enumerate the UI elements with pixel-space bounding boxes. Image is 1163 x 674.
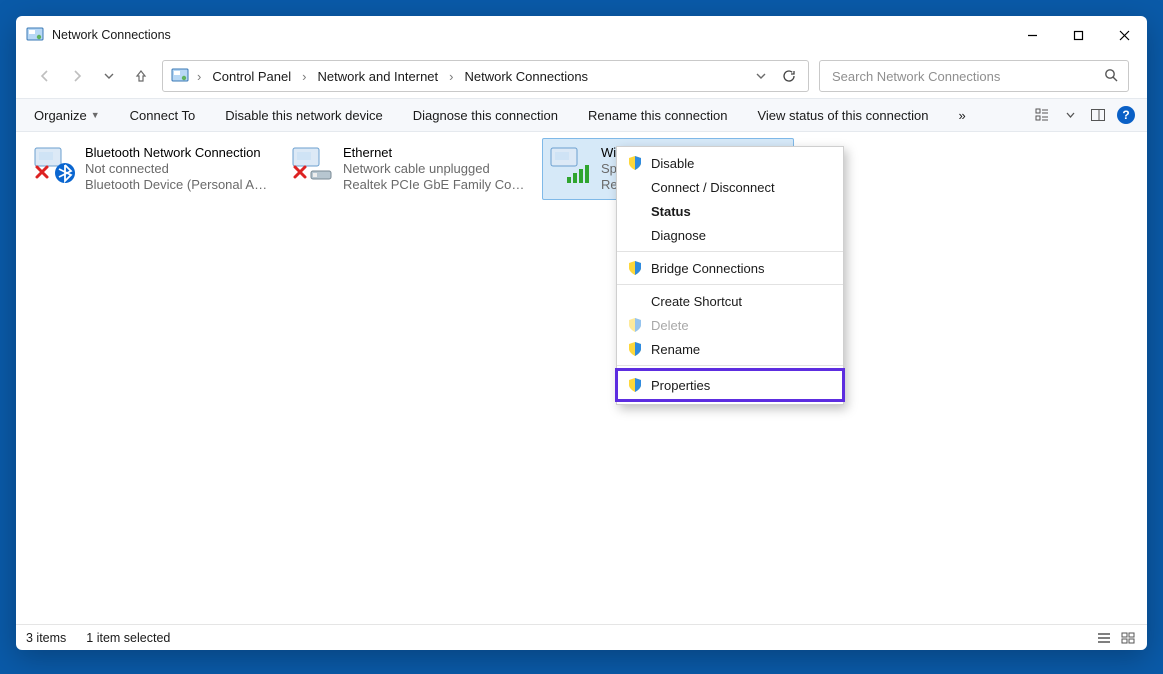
up-button[interactable] — [130, 65, 152, 87]
ctx-bridge[interactable]: Bridge Connections — [617, 256, 843, 280]
location-icon — [171, 67, 189, 85]
command-bar-right: ? — [1033, 106, 1135, 124]
ctx-rename-label: Rename — [651, 342, 700, 357]
context-menu: Disable Connect / Disconnect Status Diag… — [616, 146, 844, 405]
ctx-separator — [617, 365, 843, 366]
adapter-name: Bluetooth Network Connection — [85, 145, 271, 161]
ctx-delete: Delete — [617, 313, 843, 337]
shield-icon — [627, 155, 643, 171]
address-bar[interactable]: › Control Panel › Network and Internet ›… — [162, 60, 809, 92]
ctx-bridge-label: Bridge Connections — [651, 261, 764, 276]
adapter-name: Ethernet — [343, 145, 529, 161]
app-icon — [26, 26, 44, 44]
adapter-status: Network cable unplugged — [343, 161, 529, 177]
preview-pane-button[interactable] — [1089, 106, 1107, 124]
adapter-device: Bluetooth Device (Personal Area ... — [85, 177, 271, 193]
window-title: Network Connections — [52, 28, 171, 42]
ctx-disable-label: Disable — [651, 156, 694, 171]
status-view-buttons — [1095, 630, 1137, 646]
ctx-shortcut-label: Create Shortcut — [651, 294, 742, 309]
ctx-rename[interactable]: Rename — [617, 337, 843, 361]
breadcrumb-network-connections[interactable]: Network Connections — [462, 65, 592, 88]
ctx-diagnose[interactable]: Diagnose — [617, 223, 843, 247]
details-view-button[interactable] — [1095, 630, 1113, 646]
forward-button[interactable] — [66, 65, 88, 87]
large-icons-view-button[interactable] — [1119, 630, 1137, 646]
disable-device-button[interactable]: Disable this network device — [219, 104, 389, 127]
maximize-button[interactable] — [1055, 16, 1101, 54]
status-bar: 3 items 1 item selected — [16, 624, 1147, 650]
recent-locations-button[interactable] — [98, 65, 120, 87]
help-button[interactable]: ? — [1117, 106, 1135, 124]
shield-icon — [627, 341, 643, 357]
window-controls — [1009, 16, 1147, 54]
window: Network Connections › Control Panel › Ne… — [16, 16, 1147, 650]
adapter-bluetooth[interactable]: Bluetooth Network Connection Not connect… — [26, 138, 278, 200]
diagnose-connection-button[interactable]: Diagnose this connection — [407, 104, 564, 127]
adapter-text: Ethernet Network cable unplugged Realtek… — [343, 145, 529, 193]
close-button[interactable] — [1101, 16, 1147, 54]
connect-to-button[interactable]: Connect To — [124, 104, 202, 127]
adapter-list: Bluetooth Network Connection Not connect… — [26, 138, 1137, 200]
chevron-right-icon[interactable]: › — [300, 69, 308, 84]
ctx-connect-label: Connect / Disconnect — [651, 180, 775, 195]
ethernet-adapter-icon — [291, 145, 335, 185]
chevron-right-icon[interactable]: › — [195, 69, 203, 84]
nav-row: › Control Panel › Network and Internet ›… — [16, 54, 1147, 98]
ctx-disable[interactable]: Disable — [617, 151, 843, 175]
shield-icon — [627, 377, 643, 393]
organize-button[interactable]: Organize ▼ — [28, 104, 106, 127]
ctx-connect-disconnect[interactable]: Connect / Disconnect — [617, 175, 843, 199]
status-item-count: 3 items — [26, 631, 66, 645]
command-bar: Organize ▼ Connect To Disable this networ… — [16, 98, 1147, 132]
breadcrumb-network-internet[interactable]: Network and Internet — [314, 65, 441, 88]
ctx-status[interactable]: Status — [617, 199, 843, 223]
ctx-create-shortcut[interactable]: Create Shortcut — [617, 289, 843, 313]
view-dropdown-button[interactable] — [1061, 106, 1079, 124]
shield-icon — [627, 260, 643, 276]
content-area[interactable]: Bluetooth Network Connection Not connect… — [16, 132, 1147, 624]
ctx-separator — [617, 251, 843, 252]
adapter-text: Bluetooth Network Connection Not connect… — [85, 145, 271, 193]
search-icon[interactable] — [1104, 68, 1118, 85]
titlebar: Network Connections — [16, 16, 1147, 54]
search-box[interactable] — [819, 60, 1129, 92]
adapter-device: Realtek PCIe GbE Family Controller — [343, 177, 529, 193]
breadcrumb-control-panel[interactable]: Control Panel — [209, 65, 294, 88]
view-options-button[interactable] — [1033, 106, 1051, 124]
shield-icon — [627, 317, 643, 333]
ctx-separator — [617, 284, 843, 285]
chevron-down-icon: ▼ — [91, 110, 100, 120]
address-dropdown-button[interactable] — [750, 65, 772, 87]
minimize-button[interactable] — [1009, 16, 1055, 54]
rename-connection-button[interactable]: Rename this connection — [582, 104, 733, 127]
status-selected-count: 1 item selected — [86, 631, 170, 645]
ctx-status-label: Status — [651, 204, 691, 219]
bluetooth-adapter-icon — [33, 145, 77, 185]
overflow-button[interactable]: » — [953, 104, 972, 127]
organize-label: Organize — [34, 108, 87, 123]
search-input[interactable] — [830, 68, 1104, 85]
chevron-right-icon[interactable]: › — [447, 69, 455, 84]
ctx-delete-label: Delete — [651, 318, 689, 333]
ctx-diagnose-label: Diagnose — [651, 228, 706, 243]
adapter-ethernet[interactable]: Ethernet Network cable unplugged Realtek… — [284, 138, 536, 200]
ctx-properties[interactable]: Properties — [617, 370, 843, 400]
wifi-adapter-icon — [549, 145, 593, 185]
view-status-button[interactable]: View status of this connection — [751, 104, 934, 127]
ctx-properties-label: Properties — [651, 378, 710, 393]
back-button[interactable] — [34, 65, 56, 87]
adapter-status: Not connected — [85, 161, 271, 177]
refresh-button[interactable] — [778, 65, 800, 87]
